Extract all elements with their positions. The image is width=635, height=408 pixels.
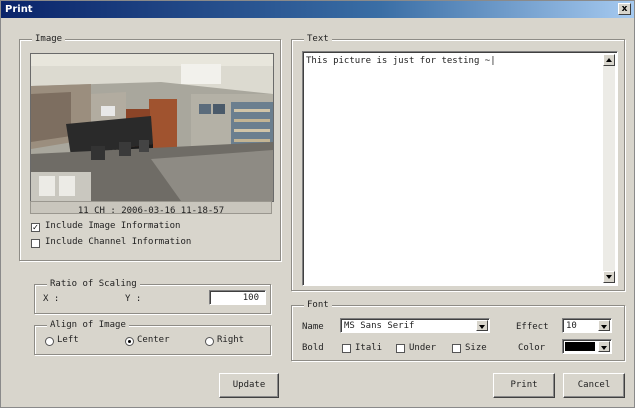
size-checkbox[interactable] <box>452 344 461 353</box>
update-button[interactable]: Update <box>219 373 279 398</box>
align-legend: Align of Image <box>47 319 129 331</box>
font-italic-label: Itali <box>355 343 383 353</box>
color-swatch <box>565 342 595 351</box>
font-effect-select[interactable]: 10 <box>562 318 612 333</box>
include-image-info-checkbox[interactable]: ✓ <box>31 223 40 232</box>
font-legend: Font <box>304 299 332 311</box>
text-group-legend: Text <box>304 33 332 45</box>
include-channel-info-label: Include Channel Information <box>45 237 192 247</box>
print-button[interactable]: Print <box>493 373 555 398</box>
image-group: Image 11 CH: 2006-03-16 11-18-57 ✓ Incl… <box>19 33 281 261</box>
image-preview <box>30 53 274 202</box>
chevron-down-icon[interactable] <box>476 320 488 331</box>
align-left-label: Left <box>57 335 79 345</box>
font-size-label: Size <box>465 343 487 353</box>
align-center-label: Center <box>137 335 170 345</box>
text-content: This picture is just for testing ~| <box>306 56 496 66</box>
scaling-value-input[interactable]: 100 <box>209 290 266 305</box>
font-name-select[interactable]: MS Sans Serif <box>340 318 490 333</box>
scaling-x-label: X : <box>43 294 60 304</box>
close-button[interactable]: x <box>618 3 631 15</box>
image-caption: 11 CH : 2006-03-16 11-18-57 <box>30 201 272 216</box>
font-name-value: MS Sans Serif <box>344 321 415 331</box>
scroll-up-arrow-icon[interactable] <box>603 54 615 66</box>
window-title: Print <box>5 4 33 15</box>
cancel-button[interactable]: Cancel <box>563 373 625 398</box>
chevron-down-icon[interactable] <box>598 341 610 352</box>
font-bold-label: Bold <box>302 343 324 353</box>
scaling-group: Ratio of Scaling X : Y : 100 <box>34 278 271 314</box>
text-group: Text This picture is just for testing ~| <box>291 33 625 291</box>
scaling-value: 100 <box>242 293 259 303</box>
font-color-label: Color <box>518 343 546 353</box>
font-group: Font Name MS Sans Serif Effect 10 Bold I… <box>291 299 625 361</box>
font-under-label: Under <box>409 343 437 353</box>
font-effect-value: 10 <box>566 321 577 331</box>
chevron-down-icon[interactable] <box>598 320 610 331</box>
underline-checkbox[interactable] <box>396 344 405 353</box>
font-name-label: Name <box>302 322 324 332</box>
include-image-info-label: Include Image Information <box>45 221 181 231</box>
scaling-legend: Ratio of Scaling <box>47 278 140 290</box>
image-caption-text: 11 CH : 2006-03-16 11-18-57 <box>77 206 225 216</box>
align-right-radio[interactable] <box>205 337 214 346</box>
print-dialog: Print x Image 11 CH: 2006-03-16 11-18-5… <box>0 0 635 408</box>
office-camera-image <box>31 54 273 201</box>
font-effect-label: Effect <box>516 322 549 332</box>
italic-checkbox[interactable] <box>342 344 351 353</box>
scaling-y-label: Y : <box>125 294 142 304</box>
align-right-label: Right <box>217 335 245 345</box>
include-channel-info-checkbox[interactable] <box>31 239 40 248</box>
title-bar[interactable]: Print x <box>1 1 634 18</box>
font-color-select[interactable] <box>562 339 612 354</box>
text-area[interactable]: This picture is just for testing ~| <box>302 51 618 286</box>
scroll-down-arrow-icon[interactable] <box>603 271 615 283</box>
image-group-legend: Image <box>32 33 66 45</box>
align-center-radio[interactable] <box>125 337 134 346</box>
align-group: Align of Image Left Center Right <box>34 319 271 355</box>
align-left-radio[interactable] <box>45 337 54 346</box>
text-scrollbar[interactable] <box>603 54 615 283</box>
